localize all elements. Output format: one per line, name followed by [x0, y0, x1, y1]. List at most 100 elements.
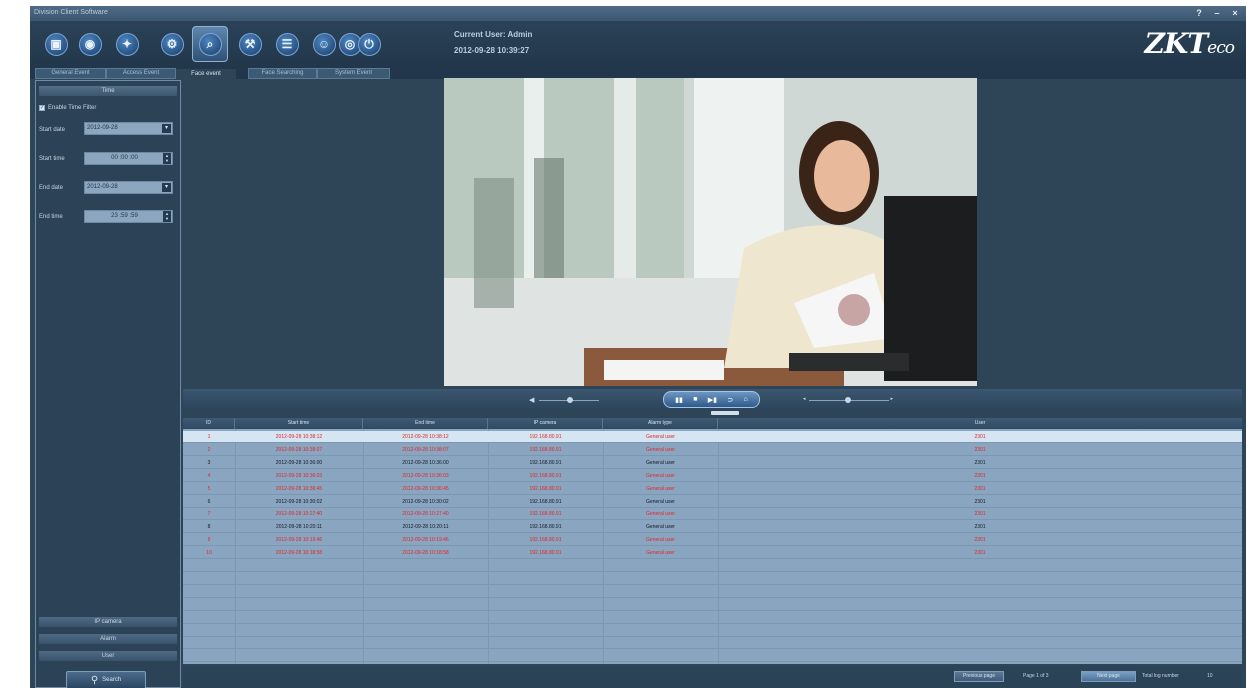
current-datetime: 2012-09-28 10:39:27	[454, 46, 530, 55]
cell-ip-camera: 192.168.80.91	[529, 485, 562, 492]
snapshot-icon[interactable]: ⌂	[744, 396, 748, 403]
cell-start-time: 2012-09-28 10:18:58	[275, 550, 323, 557]
table-row[interactable]: 9 2012-09-28 10:19:46 2012-09-28 10:19:46 1…	[183, 534, 1242, 547]
volume-knob[interactable]	[567, 397, 573, 403]
cell-ip-camera: 192.168.80.91	[529, 459, 562, 466]
slow-icon: ◂	[803, 396, 806, 402]
window-title: Division Client Software	[34, 9, 108, 16]
stop-icon[interactable]: ■	[693, 396, 697, 403]
loop-icon[interactable]: ⊃	[727, 396, 733, 404]
cell-start-time: 2012-09-28 10:38:12	[275, 434, 323, 440]
table-row[interactable]: 7 2012-09-28 10:27:40 2012-09-28 10:27:40 1…	[183, 508, 1242, 521]
cell-user: 2301	[974, 434, 986, 440]
table-row[interactable]: 6 2012-09-28 10:30:02 2012-09-28 10:30:02 1…	[183, 496, 1242, 508]
cell-user: 2301	[974, 511, 986, 518]
settings-button[interactable]: ⚒	[232, 26, 268, 62]
cell-ip-camera: 192.168.80.91	[529, 537, 562, 544]
col-start-time[interactable]: Start time	[235, 418, 363, 429]
col-end-time[interactable]: End time	[363, 418, 488, 429]
speed-slider[interactable]: ◂ ▸	[803, 396, 893, 404]
end-date-field[interactable]: 2012-09-28 ▾	[84, 181, 173, 194]
table-row[interactable]: 1 2012-09-28 10:38:12 2012-09-28 10:38:12 1…	[183, 431, 1242, 443]
table-row[interactable]: 5 2012-09-28 10:36:45 2012-09-28 10:36:45 1…	[183, 483, 1242, 495]
cell-ip-camera: 192.168.80.91	[529, 472, 562, 479]
previous-page-button[interactable]: Previous page	[954, 671, 1004, 682]
help-button[interactable]: ?	[1194, 7, 1204, 19]
pause-icon[interactable]: ▮▮	[675, 396, 683, 404]
globe-button[interactable]: ✦	[109, 26, 145, 62]
captured-face-image	[444, 78, 977, 386]
face-event-table: ID Start time End time IP camera Alarm t…	[183, 418, 1242, 664]
cell-start-time: 2012-09-28 10:36:45	[275, 485, 323, 492]
next-frame-icon[interactable]: ▶▮	[708, 396, 717, 404]
checkbox-checked-icon[interactable]: ✓	[39, 105, 45, 111]
chevron-down-icon[interactable]: ▾	[162, 183, 171, 192]
cell-start-time: 2012-09-28 10:19:46	[275, 537, 323, 544]
cell-end-time: 2012-09-28 10:30:02	[402, 498, 449, 505]
minimize-button[interactable]: –	[1212, 7, 1222, 19]
splitter-handle[interactable]	[711, 411, 739, 415]
tab-face-searching[interactable]: Face Searching	[248, 68, 317, 79]
table-row[interactable]: 3 2012-09-28 10:36:00 2012-09-28 10:36:00 1…	[183, 457, 1242, 469]
empty-row	[183, 637, 1242, 650]
power-button[interactable]: ⏻	[351, 26, 387, 62]
lock-button[interactable]: ▣	[38, 26, 74, 62]
playback-control-bar: ◀ ▮▮ ■ ▶▮ ⊃ ⌂ ◂ ▸	[183, 389, 1242, 415]
table-row[interactable]: 10 2012-09-28 10:18:58 2012-09-28 10:18:58…	[183, 547, 1242, 560]
cell-ip-camera: 192.168.80.91	[529, 550, 562, 557]
end-time-field[interactable]: 23 :59 :59 ▲ ▼	[84, 210, 173, 223]
col-user[interactable]: User	[718, 418, 1242, 429]
cell-id: 8	[207, 524, 211, 531]
tab-system-event[interactable]: System Event	[317, 68, 390, 79]
ip-camera-section[interactable]: IP camera	[39, 617, 177, 627]
cell-alarm-type: General user	[646, 472, 675, 479]
end-time-value: 23 :59 :59	[111, 213, 138, 219]
tab-access-event[interactable]: Access Event	[106, 68, 176, 79]
tab-general-event[interactable]: General Event	[35, 68, 106, 79]
face-search-button[interactable]: ⌕	[192, 26, 228, 62]
col-alarm-type[interactable]: Alarm type	[603, 418, 718, 429]
gear-button[interactable]: ⚙	[154, 26, 190, 62]
empty-row	[183, 560, 1242, 572]
speed-knob[interactable]	[845, 397, 851, 403]
tab-face-event[interactable]: Face event	[176, 69, 236, 80]
cell-end-time: 2012-09-28 10:20:11	[402, 524, 449, 531]
video-preview	[444, 78, 977, 386]
next-page-button[interactable]: Next page	[1081, 671, 1136, 682]
col-id[interactable]: ID	[183, 418, 235, 429]
table-row[interactable]: 8 2012-09-28 10:20:11 2012-09-28 10:20:11 1…	[183, 521, 1242, 534]
start-time-field[interactable]: 00 :00 :00 ▲ ▼	[84, 152, 173, 165]
cell-alarm-type: General user	[646, 434, 675, 440]
time-section-header[interactable]: Time	[39, 86, 177, 96]
close-button[interactable]: ×	[1230, 7, 1240, 19]
cell-user: 2301	[974, 550, 986, 557]
empty-row	[183, 573, 1242, 585]
chevron-down-icon[interactable]: ▾	[162, 124, 171, 133]
start-time-value: 00 :00 :00	[111, 155, 138, 161]
document-button[interactable]: ☰	[269, 26, 305, 62]
spinner-icon[interactable]: ▲ ▼	[163, 153, 171, 164]
user-section[interactable]: User	[39, 651, 177, 661]
enable-time-filter[interactable]: ✓ Enable Time Filter	[39, 105, 96, 111]
document-icon: ☰	[275, 32, 299, 56]
cell-end-time: 2012-09-28 10:18:58	[402, 550, 449, 557]
pagination-bar: Previous page Page 1 of 3 Next page Tota…	[183, 666, 1242, 688]
search-button[interactable]: ⚲ Search	[66, 671, 146, 688]
alarm-section[interactable]: Alarm	[39, 634, 177, 644]
volume-slider[interactable]: ◀	[529, 396, 611, 404]
cell-start-time: 2012-09-28 10:36:00	[275, 459, 323, 466]
cell-user: 2301	[974, 459, 986, 466]
cell-id: 6	[207, 498, 211, 505]
cell-ip-camera: 192.168.80.91	[529, 498, 562, 505]
table-row[interactable]: 2 2012-09-28 10:38:07 2012-09-28 10:38:07 1…	[183, 444, 1242, 456]
start-date-field[interactable]: 2012-09-28 ▾	[84, 122, 173, 135]
table-row[interactable]: 4 2012-09-28 10:36:03 2012-09-28 10:36:03 1…	[183, 470, 1242, 482]
gear-icon: ⚙	[160, 32, 184, 56]
col-ip-camera[interactable]: IP camera	[488, 418, 603, 429]
spinner-icon[interactable]: ▲ ▼	[163, 211, 171, 222]
location-button[interactable]: ◉	[72, 26, 108, 62]
current-user: Current User: Admin	[454, 30, 533, 39]
zkteco-logo: ZKTeco	[1144, 27, 1235, 60]
cell-alarm-type: General user	[646, 524, 675, 531]
cell-start-time: 2012-09-28 10:20:11	[275, 524, 323, 531]
